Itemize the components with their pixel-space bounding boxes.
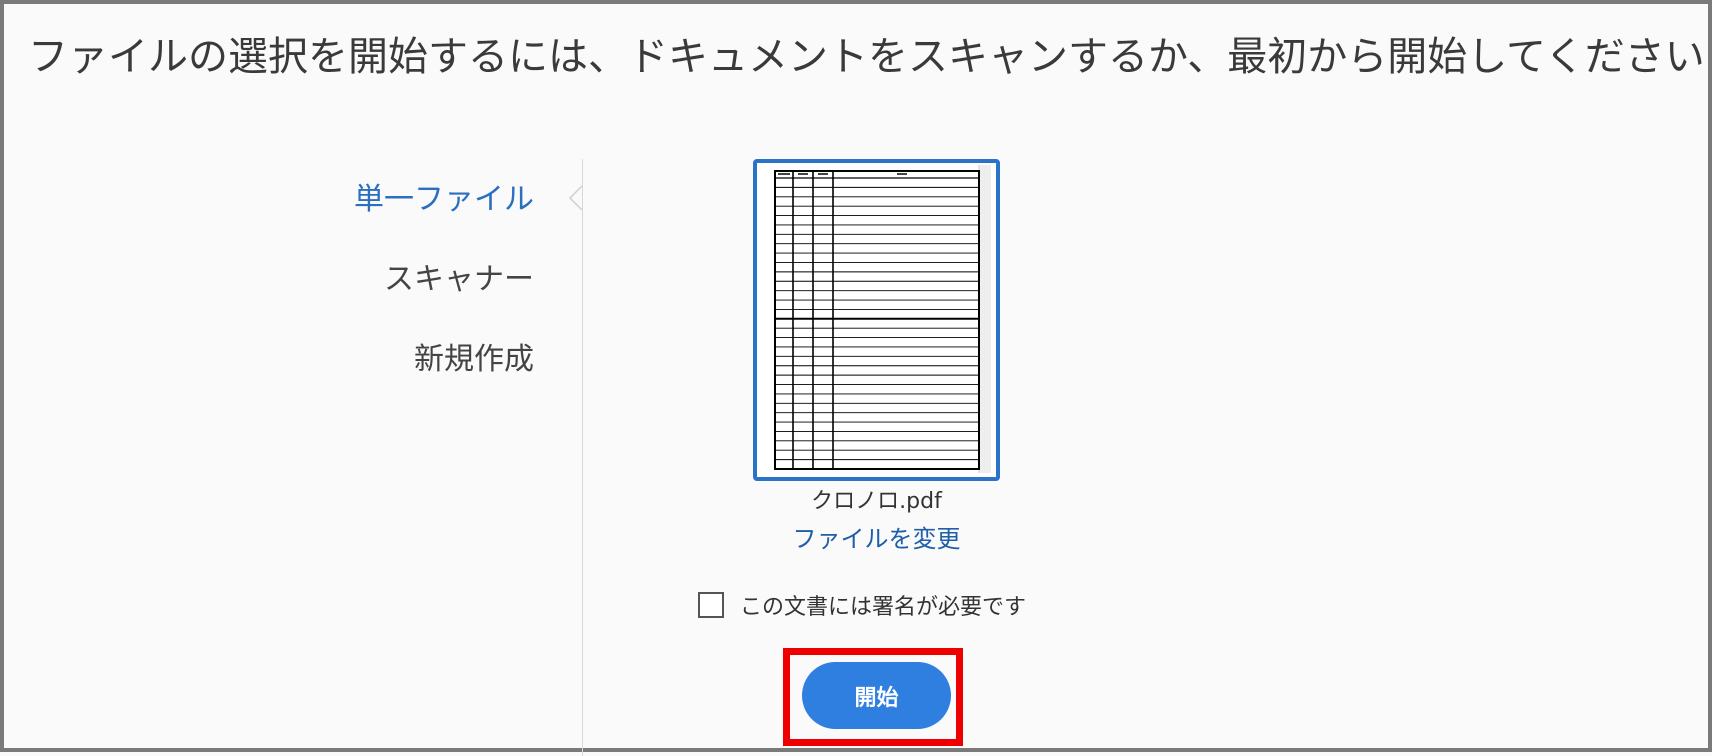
dialog-frame: ファイルの選択を開始するには、ドキュメントをスキャンするか、最初から開始してくだ… (0, 0, 1712, 756)
change-file-link[interactable]: ファイルを変更 (753, 519, 1000, 554)
signature-required-checkbox[interactable] (698, 592, 724, 618)
file-thumbnail[interactable] (753, 159, 1000, 481)
nav-item-single-file[interactable]: 単一ファイル (354, 174, 534, 218)
nav-item-scanner[interactable]: スキャナー (384, 254, 534, 298)
document-preview-icon (774, 165, 991, 473)
start-button[interactable]: 開始 (802, 662, 951, 729)
signature-required-label: この文書には署名が必要です (740, 595, 1027, 620)
nav-item-create-new[interactable]: 新規作成 (414, 334, 534, 378)
nav-divider (582, 159, 583, 756)
file-name: クロノロ.pdf (811, 489, 942, 514)
selection-pointer-icon (568, 186, 583, 210)
signature-required-option[interactable]: この文書には署名が必要です (698, 589, 1026, 621)
page-title: ファイルの選択を開始するには、ドキュメントをスキャンするか、最初から開始してくだ… (28, 34, 1705, 80)
